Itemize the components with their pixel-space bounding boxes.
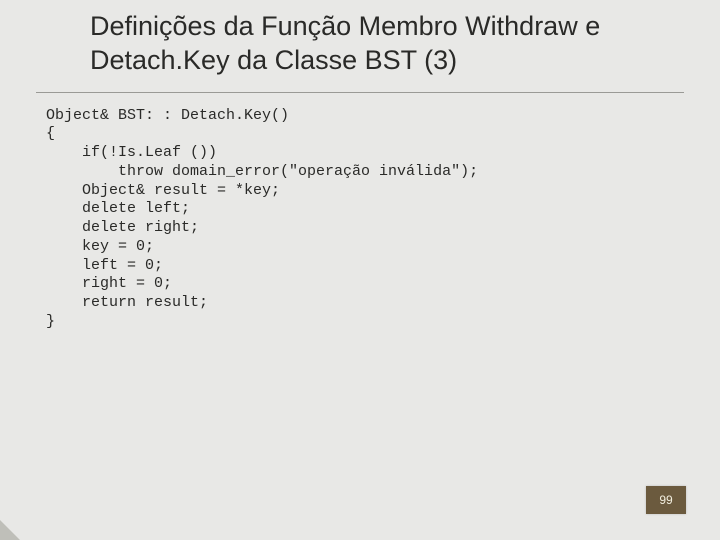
page-number-badge: 99 xyxy=(646,486,686,514)
slide-title: Definições da Função Membro Withdraw e D… xyxy=(90,10,680,78)
slide: Definições da Função Membro Withdraw e D… xyxy=(0,0,720,540)
corner-fold-icon xyxy=(0,520,20,540)
code-block: Object& BST: : Detach.Key() { if(!Is.Lea… xyxy=(0,93,720,332)
title-block: Definições da Função Membro Withdraw e D… xyxy=(0,0,720,86)
page-number: 99 xyxy=(659,493,672,507)
